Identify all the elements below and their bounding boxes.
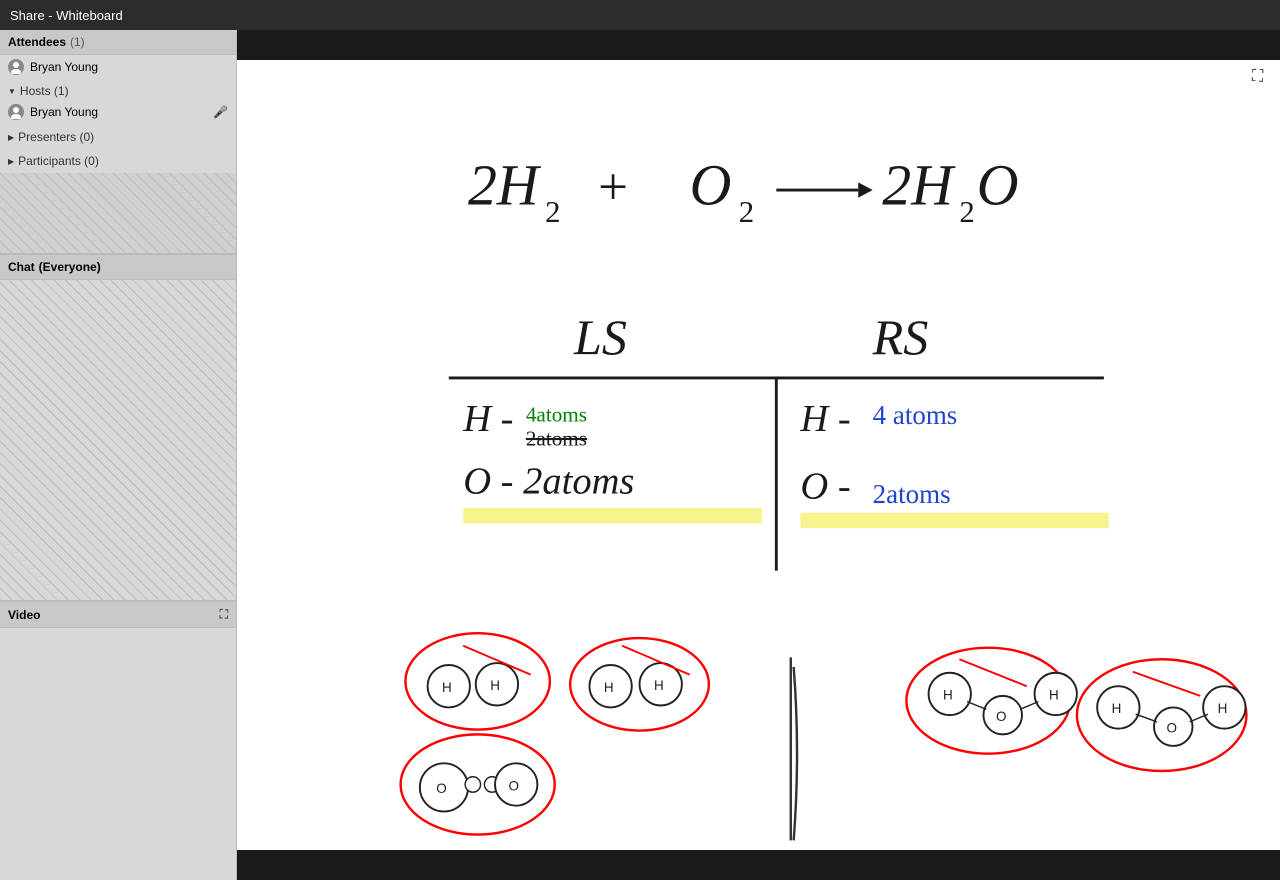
hosts-triangle-icon: ▼ <box>8 87 16 96</box>
wb-bottom-bar <box>237 850 1280 880</box>
host-name: Bryan Young <box>30 105 207 119</box>
svg-text:H -: H - <box>462 398 513 440</box>
svg-text:H: H <box>604 680 614 695</box>
svg-text:RS: RS <box>872 309 929 365</box>
svg-text:H: H <box>1218 701 1228 716</box>
svg-text:2: 2 <box>545 195 560 229</box>
svg-text:O: O <box>508 778 518 793</box>
host-avatar <box>8 104 24 120</box>
video-expand-icon[interactable]: ⛶ <box>220 607 228 622</box>
top-bar: Share - Whiteboard <box>0 0 1280 30</box>
chat-header: Chat (Everyone) <box>0 255 236 280</box>
attendees-empty-area <box>0 173 236 253</box>
wb-canvas: ⛶ 2H 2 + O 2 2H 2 O L <box>237 60 1280 850</box>
wb-top-bar <box>237 30 1280 60</box>
top-attendee-name: Bryan Young <box>30 60 228 74</box>
participants-label: Participants (0) <box>18 154 99 168</box>
hosts-label: Hosts (1) <box>20 84 69 98</box>
hosts-header[interactable]: ▼ Hosts (1) <box>0 81 236 101</box>
svg-text:2: 2 <box>959 195 974 229</box>
top-attendee-avatar <box>8 59 24 75</box>
svg-text:O - 2atoms: O - 2atoms <box>463 461 634 503</box>
left-panel: Attendees (1) Bryan Young ▼ Hosts (1) <box>0 30 237 880</box>
svg-text:2atoms: 2atoms <box>873 479 951 509</box>
chat-label: Chat <box>8 260 35 274</box>
main-layout: Attendees (1) Bryan Young ▼ Hosts (1) <box>0 30 1280 880</box>
presenters-header[interactable]: ▶ Presenters (0) <box>0 127 236 147</box>
attendees-section: Attendees (1) Bryan Young ▼ Hosts (1) <box>0 30 236 254</box>
svg-text:4atoms: 4atoms <box>526 402 587 426</box>
video-header: Video ⛶ <box>0 601 236 628</box>
svg-text:O: O <box>690 153 732 218</box>
participants-triangle-icon: ▶ <box>8 157 14 166</box>
svg-text:H -: H - <box>799 398 850 440</box>
video-label: Video <box>8 608 40 622</box>
host-row: Bryan Young 🎤 <box>0 101 236 123</box>
svg-text:4 atoms: 4 atoms <box>873 400 958 430</box>
whiteboard-svg: 2H 2 + O 2 2H 2 O LS RS <box>237 60 1280 850</box>
svg-text:O: O <box>436 781 446 796</box>
svg-text:LS: LS <box>573 309 627 365</box>
wb-fullscreen-button[interactable]: ⛶ <box>1252 68 1272 88</box>
svg-text:H: H <box>654 678 664 693</box>
chat-scope: (Everyone) <box>39 260 101 274</box>
presenters-subsection: ▶ Presenters (0) <box>0 125 236 149</box>
attendees-count: (1) <box>70 35 85 49</box>
attendees-label: Attendees <box>8 35 66 49</box>
hosts-subsection: ▼ Hosts (1) Bryan Young 🎤 <box>0 79 236 125</box>
svg-text:H: H <box>490 678 500 693</box>
svg-text:H: H <box>1112 701 1122 716</box>
presenters-label: Presenters (0) <box>18 130 94 144</box>
video-section: Video ⛶ <box>0 601 236 628</box>
participants-header[interactable]: ▶ Participants (0) <box>0 151 236 171</box>
window-title: Share - Whiteboard <box>10 8 123 23</box>
svg-text:2H: 2H <box>882 153 956 218</box>
svg-text:+: + <box>598 159 628 217</box>
svg-text:O -: O - <box>800 465 850 507</box>
participants-subsection: ▶ Participants (0) <box>0 149 236 173</box>
svg-text:O: O <box>996 709 1006 724</box>
svg-text:H: H <box>442 680 452 695</box>
svg-text:O: O <box>1167 720 1177 735</box>
svg-text:H: H <box>1049 688 1059 703</box>
chat-section: Chat (Everyone) <box>0 254 236 601</box>
svg-text:H: H <box>943 688 953 703</box>
presenters-triangle-icon: ▶ <box>8 133 14 142</box>
top-attendee-row: Bryan Young <box>0 55 236 79</box>
svg-text:O: O <box>977 153 1019 218</box>
whiteboard-area: ⛶ 2H 2 + O 2 2H 2 O L <box>237 30 1280 880</box>
svg-text:2H: 2H <box>468 153 542 218</box>
svg-text:2atoms: 2atoms <box>526 426 587 450</box>
chat-body <box>0 280 236 600</box>
attendees-header: Attendees (1) <box>0 30 236 55</box>
mic-icon: 🎤 <box>213 105 228 119</box>
svg-text:2: 2 <box>739 195 754 229</box>
